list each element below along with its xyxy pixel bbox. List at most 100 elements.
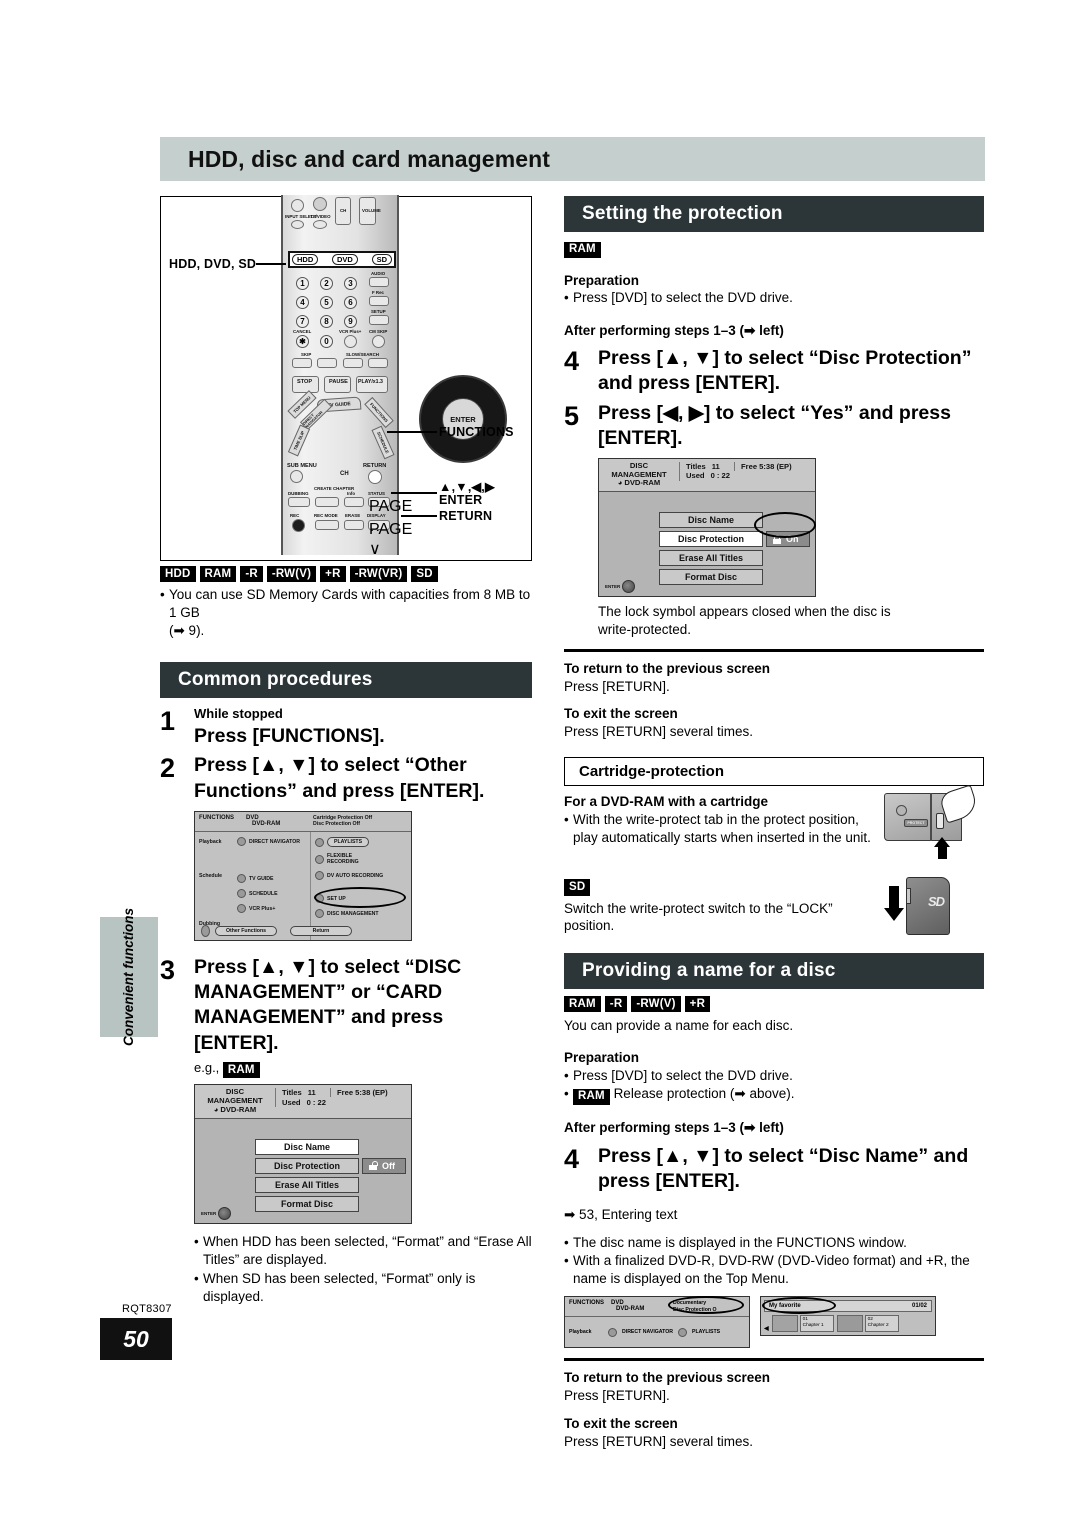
input-select-button: [291, 199, 304, 212]
hdd-button[interactable]: HDD: [292, 253, 319, 266]
cancel-key[interactable]: ✱: [296, 335, 309, 348]
side-tab-label: Convenient functions: [121, 908, 137, 1046]
sd-button[interactable]: SD: [371, 253, 392, 266]
tv-guide-icon: [237, 874, 246, 884]
osd-enter-label: ENTER: [201, 1210, 217, 1216]
osd-item-format-disc-on[interactable]: Format Disc: [659, 569, 763, 586]
page-up-button[interactable]: PAGE ∧: [368, 497, 412, 535]
remote-control-illustration: INPUT SELECT TV/VIDEO CH VOLUME HDD DVD …: [160, 195, 532, 561]
highlight-ellipse-disc-name: [668, 1295, 744, 1314]
step-1-text: Press [FUNCTIONS].: [194, 725, 385, 748]
highlight-ellipse-my-favorite: [762, 1296, 836, 1314]
item-dv-auto-recording[interactable]: DV AUTO RECORDING: [315, 871, 385, 881]
return-label-1: To return to the previous screen: [564, 660, 771, 676]
dvd-button[interactable]: DVD: [331, 253, 358, 266]
media-badges-row: HDD RAM -R -RW(V) +R -RW(VR) SD: [160, 566, 532, 583]
top-menu-prev-arrow-icon[interactable]: ◀: [764, 1315, 769, 1332]
item-flexible-recording[interactable]: FLEXIBLE RECORDING: [315, 853, 385, 865]
item-disc-management[interactable]: DISC MANAGEMENT: [315, 909, 385, 919]
setup-button[interactable]: [369, 315, 389, 325]
skip-forward-button[interactable]: [317, 358, 337, 368]
dvdram-cartridge-note: • With the write-protect tab in the prot…: [564, 811, 874, 847]
osd-disc-type: DVD-RAM: [220, 1104, 257, 1114]
callout-return-line: [401, 515, 437, 517]
vcr-plus-key[interactable]: [344, 335, 357, 348]
erase-button[interactable]: [344, 520, 364, 530]
lock-open-icon: [369, 1161, 378, 1171]
info-button[interactable]: [344, 497, 364, 507]
functions-button[interactable]: FUNCTIONS: [364, 396, 394, 429]
search-back-button[interactable]: [343, 358, 363, 368]
other-functions-button[interactable]: Other Functions: [215, 926, 277, 937]
key-3[interactable]: 3: [344, 277, 357, 290]
key-4[interactable]: 4: [296, 296, 309, 309]
return-osd-button[interactable]: Return: [290, 926, 352, 937]
osd-item-disc-protection[interactable]: Disc Protection: [255, 1157, 359, 1174]
item-direct-navigator[interactable]: DIRECT NAVIGATOR: [237, 837, 306, 847]
osd-item-format-disc[interactable]: Format Disc: [255, 1195, 359, 1212]
item-vcr-plus[interactable]: VCR Plus+: [237, 904, 306, 914]
key-1[interactable]: 1: [296, 277, 309, 290]
top-menu-cell-1[interactable]: 01 Chapter 1: [771, 1314, 834, 1332]
top-menu-pages: 01/02: [911, 1302, 927, 1309]
disc-management-osd-on-wrapper: DISC MANAGEMENT ◕ DVD-RAM Titles 11 Used 0…: [598, 457, 984, 598]
cursor-pad[interactable]: ENTER: [413, 369, 513, 469]
key-7[interactable]: 7: [296, 315, 309, 328]
top-menu-cell-2[interactable]: 02 Chapter 2: [836, 1314, 899, 1332]
rec-label: REC: [290, 513, 300, 518]
osd-item-erase-all-titles[interactable]: Erase All Titles: [255, 1176, 359, 1193]
item-schedule[interactable]: SCHEDULE: [237, 889, 306, 899]
osd-protection-value-off[interactable]: Off: [362, 1157, 406, 1174]
cm-skip-label: CM SKIP: [369, 329, 388, 334]
preparation-label-name: Preparation: [564, 1050, 640, 1066]
key-8[interactable]: 8: [320, 315, 333, 328]
search-forward-button[interactable]: [368, 358, 388, 368]
key-9[interactable]: 9: [344, 315, 357, 328]
item-playlists[interactable]: PLAYLISTS: [315, 837, 385, 848]
name-note-2-text: With a finalized DVD-R, DVD-RW (DVD-Vide…: [573, 1252, 970, 1286]
skip-back-button[interactable]: [292, 358, 312, 368]
rec-mode-button[interactable]: [315, 520, 339, 530]
badge-plusr: +R: [320, 566, 346, 583]
create-chapter-button[interactable]: [315, 497, 339, 507]
after-steps-protection: After performing steps 1–3 (➡ left): [564, 322, 784, 338]
cm-skip-button[interactable]: [372, 335, 385, 348]
left-column: INPUT SELECT TV/VIDEO CH VOLUME HDD DVD …: [160, 195, 532, 1306]
bullet-dot: •: [160, 587, 165, 603]
sub-menu-button[interactable]: [290, 470, 303, 483]
source-select-row: HDD DVD SD: [288, 251, 396, 268]
return-button[interactable]: [368, 470, 382, 484]
osd-item-disc-name-on[interactable]: Disc Name: [659, 512, 763, 529]
item-tv-guide[interactable]: TV GUIDE: [237, 874, 306, 884]
osd-item-disc-protection-on[interactable]: Disc Protection: [659, 531, 763, 548]
tv-video-key: [313, 220, 327, 229]
step-2-number: 2: [160, 753, 176, 784]
sd-lock-text: Switch the write-protect switch to the “…: [564, 900, 833, 934]
return-label: RETURN: [363, 463, 387, 469]
sd-logo: SD: [927, 893, 945, 909]
page-down-button[interactable]: PAGE ∨: [368, 520, 412, 558]
osd-protection-off-text: Off: [382, 1160, 395, 1171]
key-0[interactable]: 0: [320, 335, 333, 348]
time-slip-button[interactable]: TIME SLIP: [287, 424, 311, 457]
section-header-providing-name: Providing a name for a disc: [564, 953, 984, 990]
key-2[interactable]: 2: [320, 277, 333, 290]
osd-item-disc-name[interactable]: Disc Name: [255, 1138, 359, 1155]
step-5-number: 5: [564, 400, 580, 431]
note-sd: • When SD has been selected, “Format” on…: [194, 1270, 532, 1306]
audio-button[interactable]: [369, 277, 389, 287]
functions-osd-grid: Playback Schedule Dubbing DIRECT NAVIGAT…: [195, 832, 411, 941]
rec-button[interactable]: [292, 519, 305, 532]
osd-item-erase-all-titles-on[interactable]: Erase All Titles: [659, 550, 763, 567]
exit-text-1: Press [RETURN] several times.: [564, 724, 754, 740]
pause-label: PAUSE: [329, 379, 348, 385]
f-rec-button[interactable]: [369, 296, 389, 306]
key-5[interactable]: 5: [320, 296, 333, 309]
osd-disc-type-on: DVD-RAM: [624, 478, 661, 488]
callout-source-label: HDD, DVD, SD: [169, 257, 257, 271]
osd-item-disc-protection-row: Disc Protection Off: [255, 1157, 406, 1174]
callout-source-line: [256, 263, 286, 265]
osd-titles-value: 11: [307, 1088, 316, 1098]
key-6[interactable]: 6: [344, 296, 357, 309]
dubbing-button[interactable]: [288, 497, 310, 507]
